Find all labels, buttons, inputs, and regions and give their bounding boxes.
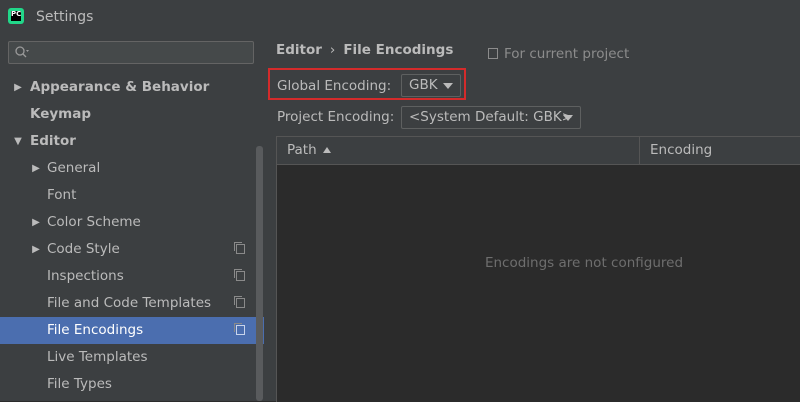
project-scope-icon: [234, 296, 245, 308]
column-divider[interactable]: [639, 137, 640, 164]
sidebar-item-label: Font: [47, 187, 77, 203]
breadcrumb: Editor › File Encodings: [276, 42, 453, 58]
column-header-encoding[interactable]: Encoding: [650, 137, 712, 164]
project-encoding-dropdown[interactable]: <System Default: GBK>: [401, 106, 581, 129]
breadcrumb-separator: ›: [329, 42, 336, 58]
encodings-table: Path Encoding Encodings are not configur…: [276, 136, 800, 402]
app-icon-text: PC: [11, 10, 22, 18]
chevron-right-icon: ▶: [32, 163, 40, 174]
sidebar-item-label: Color Scheme: [47, 214, 141, 230]
sidebar-item-inspections[interactable]: Inspections: [0, 263, 254, 290]
sidebar-item-keymap[interactable]: Keymap: [0, 101, 254, 128]
project-scope-hint: For current project: [488, 46, 629, 62]
project-scope-icon: [488, 48, 498, 59]
sidebar-scrollbar[interactable]: [256, 146, 263, 401]
sidebar-item-font[interactable]: Font: [0, 182, 254, 209]
sidebar-item-label: Live Templates: [47, 349, 148, 365]
sidebar-item-color-scheme[interactable]: ▶ Color Scheme: [0, 209, 254, 236]
settings-sidebar: ▶ Appearance & Behavior Keymap ▼ Editor …: [0, 36, 264, 401]
title-bar: PC Settings: [0, 0, 800, 36]
sidebar-item-label: Appearance & Behavior: [30, 79, 210, 95]
project-encoding-value: <System Default: GBK>: [409, 109, 573, 125]
pycharm-app-icon: PC: [8, 8, 24, 24]
breadcrumb-parent[interactable]: Editor: [276, 42, 322, 58]
project-scope-icon: [234, 323, 245, 335]
sidebar-item-label: Code Style: [47, 241, 120, 257]
sidebar-item-label: General: [47, 160, 101, 176]
search-input[interactable]: [8, 41, 254, 64]
sidebar-item-code-style[interactable]: ▶ Code Style: [0, 236, 254, 263]
chevron-down-icon: [563, 115, 573, 121]
empty-table-message: Encodings are not configured: [484, 255, 684, 271]
breadcrumb-current: File Encodings: [343, 42, 454, 58]
sidebar-item-label: Keymap: [30, 106, 92, 122]
sidebar-item-label: File and Code Templates: [47, 295, 212, 311]
chevron-down-icon: ▼: [14, 136, 22, 147]
sidebar-item-label: Editor: [30, 133, 76, 149]
column-header-path[interactable]: Path: [287, 137, 331, 164]
window-title: Settings: [36, 9, 94, 25]
project-scope-icon: [234, 269, 245, 281]
sidebar-item-live-templates[interactable]: Live Templates: [0, 344, 254, 371]
table-header: Path Encoding: [277, 137, 800, 165]
sidebar-item-label: File Types: [47, 376, 112, 392]
project-encoding-label: Project Encoding:: [277, 109, 395, 125]
sidebar-item-file-code-templates[interactable]: File and Code Templates: [0, 290, 254, 317]
project-scope-icon: [234, 242, 245, 254]
chevron-right-icon: ▶: [32, 244, 40, 255]
chevron-right-icon: ▶: [14, 82, 22, 93]
sidebar-item-general[interactable]: ▶ General: [0, 155, 254, 182]
settings-content: Editor › File Encodings For current projec…: [264, 36, 800, 402]
sidebar-item-editor[interactable]: ▼ Editor: [0, 128, 254, 155]
highlight-box: [268, 68, 466, 100]
sidebar-item-appearance-behavior[interactable]: ▶ Appearance & Behavior: [0, 74, 254, 101]
sidebar-item-file-encodings[interactable]: File Encodings: [0, 317, 264, 344]
chevron-right-icon: ▶: [32, 217, 40, 228]
column-header-label: Path: [287, 142, 317, 158]
sidebar-item-label: Inspections: [47, 268, 124, 284]
sidebar-item-file-types[interactable]: File Types: [0, 371, 254, 398]
sort-ascending-icon: [322, 147, 331, 153]
search-icon: [15, 46, 29, 58]
sidebar-item-label: File Encodings: [47, 322, 144, 338]
project-scope-text: For current project: [504, 46, 630, 62]
column-header-label: Encoding: [650, 142, 713, 158]
